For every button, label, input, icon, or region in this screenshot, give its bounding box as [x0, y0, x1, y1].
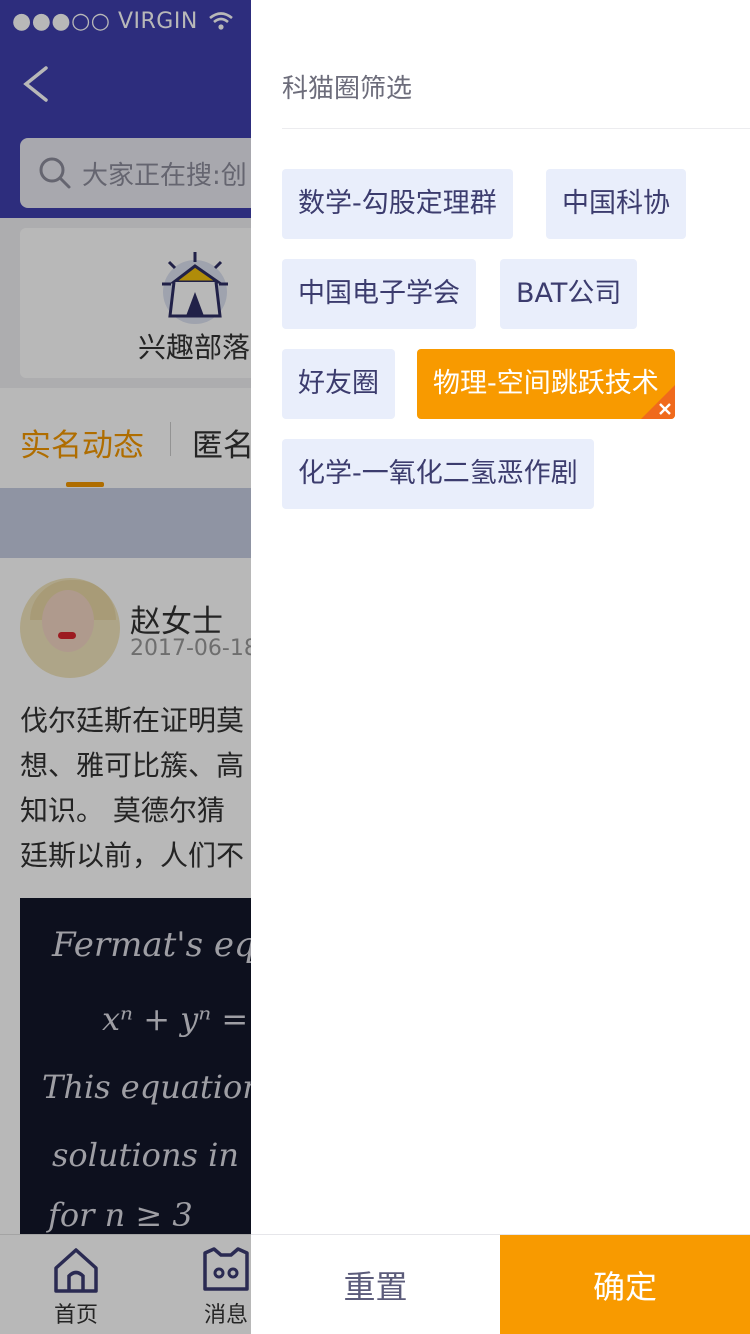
filter-tag[interactable]: BAT公司	[500, 259, 638, 329]
filter-tag[interactable]: 数学-勾股定理群	[282, 169, 513, 239]
filter-tag-label: 中国电子学会	[298, 278, 460, 309]
filter-tag-selected[interactable]: 物理-空间跳跃技术	[417, 349, 675, 419]
filter-tag-label: 数学-勾股定理群	[298, 188, 497, 219]
filter-divider	[282, 128, 750, 129]
filter-title: 科猫圈筛选	[282, 74, 413, 104]
filter-drawer: 科猫圈筛选 数学-勾股定理群 中国科协 中国电子学会 BAT公司 好友圈 物理-…	[251, 0, 750, 1334]
remove-tag-icon[interactable]	[640, 385, 675, 419]
filter-tag-label: 化学-一氧化二氢恶作剧	[298, 458, 578, 489]
reset-button[interactable]: 重置	[251, 1235, 500, 1334]
reset-button-label: 重置	[343, 1268, 408, 1306]
confirm-button-label: 确定	[592, 1268, 657, 1306]
filter-tag[interactable]: 化学-一氧化二氢恶作剧	[282, 439, 594, 509]
filter-tag[interactable]: 中国电子学会	[282, 259, 476, 329]
filter-footer: 重置 确定	[251, 1234, 750, 1334]
filter-tag-label: 中国科协	[562, 188, 670, 219]
filter-tag[interactable]: 好友圈	[282, 349, 395, 419]
filter-tag[interactable]: 中国科协	[546, 169, 686, 239]
confirm-button[interactable]: 确定	[500, 1235, 750, 1334]
filter-tag-label: BAT公司	[516, 278, 622, 309]
filter-tag-label: 物理-空间跳跃技术	[433, 368, 659, 399]
filter-tag-label: 好友圈	[298, 368, 379, 399]
